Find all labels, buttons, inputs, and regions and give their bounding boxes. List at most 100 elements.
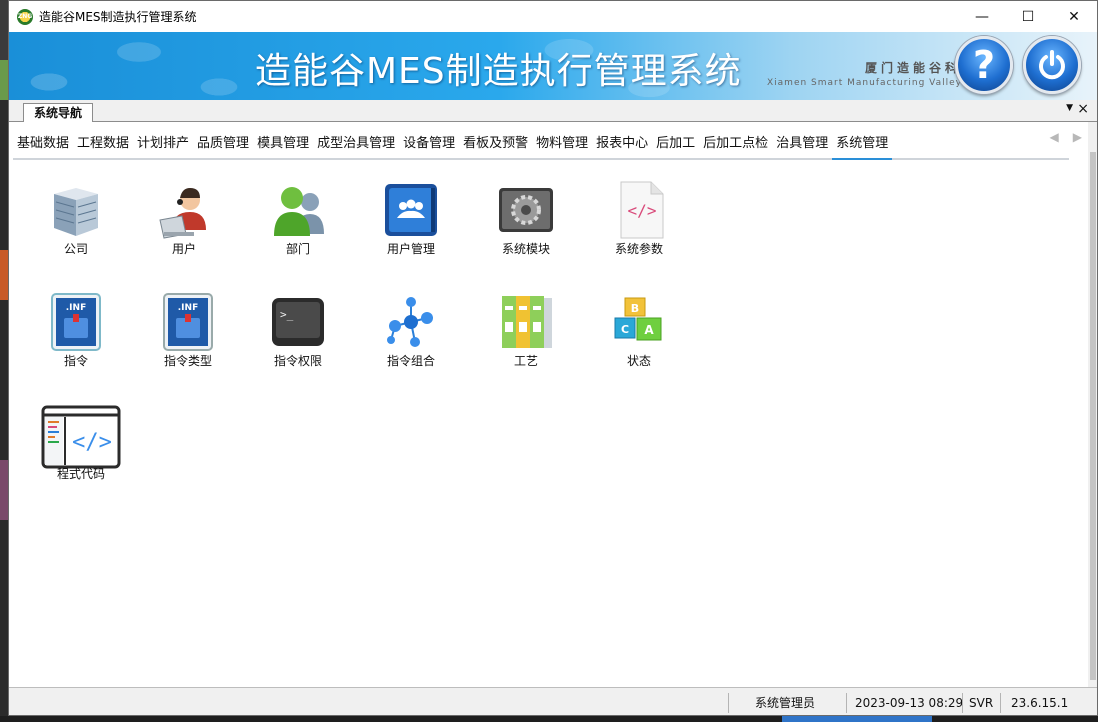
department-people-icon [274,187,324,236]
menu-tab[interactable]: 成型治具管理 [313,130,399,160]
module-menu-bar: 基础数据 工程数据 计划排产 品质管理 模具管理 成型治具管理 设备管理 看板及预警 物料管理报… [13,130,1069,160]
navigation-tab-strip: 系统导航 ▼ × [9,100,1097,123]
tile-label: 公司 [63,242,88,256]
maximize-button[interactable]: ☐ [1005,1,1051,32]
svg-text:.INF: .INF [66,303,86,313]
tile-label: 用户 [171,242,196,256]
svg-text:.INF: .INF [178,303,198,313]
status-version-cell: 23.6.15.1 [1000,693,1090,713]
question-mark-icon: ? [972,43,996,87]
menu-tab[interactable]: 报表中心 [592,130,652,160]
tile-label: 系统参数 [614,242,663,256]
menu-tab[interactable]: 设备管理 [399,130,459,160]
tile-label: 指令 [63,354,88,368]
status-bar: 系统管理员 2023-09-13 08:29 SVR 23.6.15.1 [9,687,1097,715]
status-version: 23.6.15.1 [1011,696,1069,710]
terminal-icon: >_ [272,298,324,346]
app-logo-icon: ZNG [17,8,33,25]
power-icon [1039,50,1065,80]
status-user: 系统管理员 [755,696,816,710]
vertical-scrollbar[interactable] [1088,122,1097,687]
close-button[interactable]: ✕ [1051,1,1097,32]
svg-text:C: C [621,323,629,336]
scrollbar-thumb[interactable] [1090,152,1096,680]
svg-text:</>: </> [72,430,112,455]
menu-tab[interactable]: 治具管理 [772,130,832,160]
minimize-icon: — [975,8,989,25]
tile-label: 指令类型 [163,354,212,368]
tile-label: 用户管理 [386,242,435,256]
svg-text:>_: >_ [280,308,294,321]
tile-instruction[interactable]: .INF 指令 [31,292,121,392]
tile-system-module[interactable]: 系统模块 [481,180,571,280]
tile-user-management[interactable]: 用户管理 [366,180,456,280]
scroll-left-icon[interactable]: ◀ [1050,130,1059,144]
tab-label: 系统导航 [34,106,83,120]
menu-tab[interactable]: 基础数据 [13,130,73,160]
taskbar-item[interactable] [782,716,932,722]
menu-tab[interactable]: 系统管理 [832,130,893,160]
menu-tab[interactable]: 计划排产 [133,130,193,160]
menu-tab[interactable]: 工程数据 [73,130,133,160]
tile-label: 指令权限 [273,354,322,368]
tile-process[interactable]: 工艺 [481,292,571,392]
panel-close-icon[interactable]: × [1077,101,1089,117]
menu-tab[interactable]: 看板及预警 [459,130,532,160]
banner-title: 造能谷MES制造执行管理系统 [255,51,742,92]
power-button[interactable] [1023,36,1081,94]
menu-tab[interactable]: 模具管理 [253,130,313,160]
help-button[interactable]: ? [955,36,1013,94]
svg-text:</>: </> [628,201,657,220]
menu-scroll-arrows: ◀ ▶ [1050,130,1082,144]
status-user-cell: 系统管理员 [728,693,846,713]
svg-text:B: B [631,302,639,315]
scroll-right-icon[interactable]: ▶ [1073,130,1082,144]
inf-file-type-icon: .INF [163,293,213,351]
tile-label: 程式代码 [56,467,105,481]
tile-system-params[interactable]: </> 系统参数 [594,180,684,280]
tile-label: 系统模块 [501,242,550,256]
maximize-icon: ☐ [1021,8,1035,25]
status-datetime: 2023-09-13 08:29 [855,696,964,710]
tile-user[interactable]: 用户 [139,180,229,280]
code-document-icon: </> [620,181,664,239]
menu-tab[interactable]: 后加工 [652,130,699,160]
dropdown-arrow-icon[interactable]: ▼ [1066,103,1073,113]
close-icon: ✕ [1068,8,1080,25]
tile-label: 工艺 [513,354,538,368]
status-datetime-cell: 2023-09-13 08:29 [846,693,966,713]
inf-file-icon: .INF [51,293,101,351]
tile-label: 指令组合 [386,354,435,368]
navigation-panel: 基础数据 工程数据 计划排产 品质管理 模具管理 成型治具管理 设备管理 看板及预警 物料管理报… [9,122,1088,687]
tile-label: 部门 [285,242,310,256]
binders-icon [502,296,552,348]
abc-blocks-icon: B C A [614,297,662,341]
tile-program-code[interactable]: </> 程式代码 [26,405,136,505]
menu-tab[interactable]: 品质管理 [193,130,253,160]
tile-label: 状态 [626,354,651,368]
taskbar [0,716,1098,722]
building-icon [54,188,98,236]
tile-instruction-group[interactable]: 指令组合 [366,292,456,392]
menu-tab[interactable]: 后加工点检 [699,130,772,160]
molecule-icon [387,297,433,347]
app-window: ZNG 造能谷MES制造执行管理系统 — ☐ ✕ 造能谷MES制造执行管理系统 … [8,0,1098,716]
tile-department[interactable]: 部门 [253,180,343,280]
window-title: 造能谷MES制造执行管理系统 [39,10,197,24]
tile-instruction-type[interactable]: .INF 指令类型 [143,292,233,392]
user-management-icon [385,184,437,236]
status-server-cell: SVR [962,693,1000,713]
header-banner: 造能谷MES制造执行管理系统 厦门造能谷科 Xiamen Smart Manuf… [9,32,1097,100]
tile-instruction-permission[interactable]: >_ 指令权限 [253,292,343,392]
status-server: SVR [969,696,994,710]
minimize-button[interactable]: — [959,1,1005,32]
title-bar[interactable]: ZNG 造能谷MES制造执行管理系统 — ☐ ✕ [9,1,1097,32]
company-name-cn: 厦门造能谷科 [865,61,962,75]
tab-system-navigation[interactable]: 系统导航 [23,103,94,123]
tile-company[interactable]: 公司 [31,180,121,280]
menu-tab[interactable]: 物料管理 [532,130,592,160]
user-laptop-icon [159,188,206,239]
tile-status[interactable]: B C A 状态 [594,292,684,392]
gear-module-icon [499,188,553,232]
code-editor-icon: </> [41,405,121,469]
